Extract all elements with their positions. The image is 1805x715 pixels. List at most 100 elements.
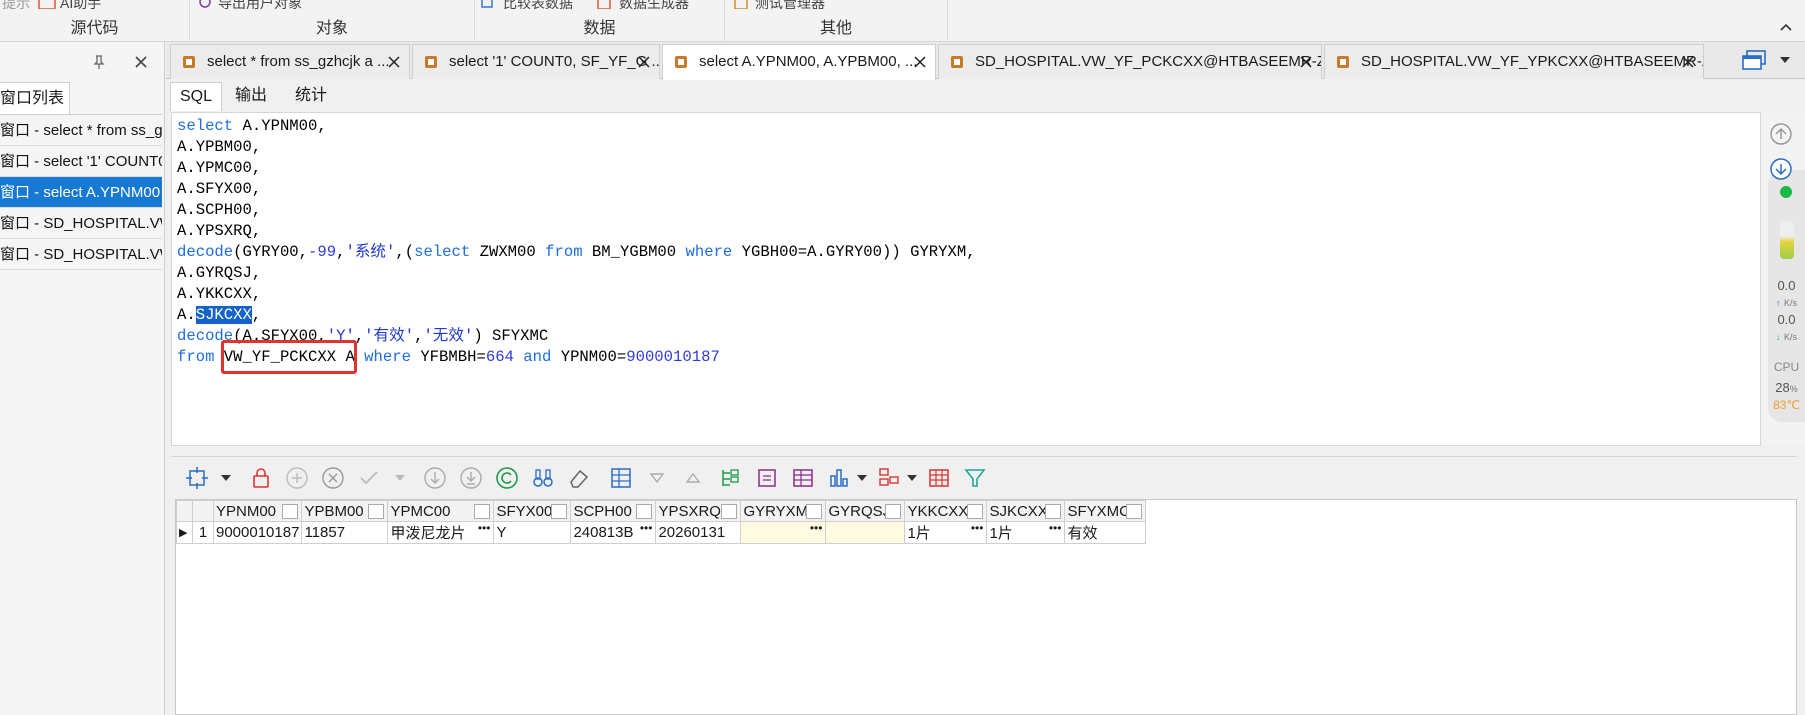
list-item[interactable]: SQL窗口 - select '1' COUNT0 [0, 146, 162, 177]
table-cell[interactable]: 240813B ••• [570, 521, 657, 544]
table-cell[interactable]: 1片 ••• [986, 521, 1066, 544]
tab-sql[interactable]: SQL [170, 82, 223, 111]
test-manager-button[interactable]: 测试管理器 [733, 0, 825, 9]
tab-output[interactable]: 输出 [226, 82, 276, 111]
chevron-up-icon[interactable] [1779, 20, 1793, 34]
eraser-icon[interactable] [567, 466, 591, 490]
add-row-icon[interactable] [285, 466, 309, 490]
editor-tab[interactable]: SD_HOSPITAL.VW_YF_YPKCXX@HTBASEEMR-ZS [1324, 44, 1704, 79]
column-header[interactable]: YKKCXX [904, 500, 988, 522]
fetch-last-icon[interactable] [459, 466, 483, 490]
ribbon-group-title: 其他 [819, 20, 852, 37]
filter-down-icon[interactable] [645, 466, 669, 490]
table-cell[interactable]: Y [493, 521, 572, 544]
editor-tab[interactable]: select * from ss_gzhcjk a ... [170, 44, 410, 79]
column-filter-box[interactable] [368, 504, 385, 519]
column-filter-box[interactable] [1045, 504, 1062, 519]
column-filter-box[interactable] [636, 504, 653, 519]
close-icon[interactable] [387, 55, 401, 69]
ellipsis-button[interactable]: ••• [810, 523, 823, 536]
bar-chart-icon[interactable] [827, 466, 851, 490]
editor-tab-label: SD_HOSPITAL.VW_YF_PCKCXX@HTBASEEMR-ZS [975, 53, 1322, 70]
tree-view-icon[interactable] [719, 466, 743, 490]
export-icon[interactable] [755, 466, 779, 490]
code-text: BM_YGBM00 [582, 243, 686, 261]
table-export-icon[interactable] [791, 466, 815, 490]
column-header[interactable]: YPBM00 [301, 500, 389, 522]
column-header[interactable]: YPMC00 [387, 500, 495, 522]
table-cell[interactable]: 1片 ••• [904, 521, 988, 544]
pin-icon[interactable] [91, 54, 107, 70]
column-header[interactable]: GYRQSJ [825, 500, 906, 522]
column-header[interactable]: SJKCXX [986, 500, 1066, 522]
close-icon[interactable] [913, 55, 927, 69]
editor-tab[interactable]: select '1' COUNT0, SF_YF_G ... [412, 44, 660, 79]
delete-row-icon[interactable] [321, 466, 345, 490]
keyword: where [685, 243, 733, 261]
table-icon[interactable] [927, 466, 951, 490]
column-header[interactable]: YPNM00 [212, 500, 303, 522]
ellipsis-button[interactable]: ••• [478, 523, 491, 536]
close-icon[interactable] [133, 54, 149, 70]
ai-assistant-button[interactable]: AI助手 [38, 0, 101, 9]
tab-statistics[interactable]: 统计 [286, 82, 336, 111]
export-user-objects-button[interactable]: 导出用户对象 [196, 0, 302, 9]
close-icon[interactable] [637, 55, 651, 69]
list-item-selected[interactable]: SQL窗口 - select A.YPNM00 [0, 177, 162, 208]
table-cell[interactable]: 甲泼尼龙片 ••• [387, 521, 495, 544]
filter-icon[interactable] [963, 466, 987, 490]
hint-button[interactable]: 提示 [2, 0, 30, 9]
refresh-icon[interactable] [495, 466, 519, 490]
column-filter-box[interactable] [885, 504, 902, 519]
arrow-up-circle-icon[interactable] [1769, 122, 1793, 146]
list-item[interactable]: SQL窗口 - SD_HOSPITAL.VW [0, 239, 162, 270]
arrow-down-circle-icon[interactable] [1769, 157, 1793, 181]
close-icon[interactable] [1299, 55, 1313, 69]
editor-tab[interactable]: SD_HOSPITAL.VW_YF_PCKCXX@HTBASEEMR-ZS [938, 44, 1322, 79]
chevron-down-icon[interactable] [907, 474, 917, 482]
list-item[interactable]: SQL窗口 - select * from ss_gzhcjk [0, 115, 162, 146]
pivot-icon[interactable] [877, 466, 901, 490]
column-header[interactable]: YPSXRQ [655, 500, 742, 522]
chevron-down-icon[interactable] [857, 474, 867, 482]
tab-window-list[interactable]: 窗口列表 [0, 82, 70, 114]
list-item[interactable]: SQL窗口 - SD_HOSPITAL.VW [0, 208, 162, 239]
column-filter-box[interactable] [967, 504, 984, 519]
close-icon[interactable] [1681, 55, 1695, 69]
column-header[interactable]: SFYXMC [1064, 500, 1147, 522]
binoculars-icon[interactable] [531, 466, 555, 490]
column-header[interactable]: SCPH00 [570, 500, 657, 522]
check-icon[interactable] [357, 466, 381, 490]
grid-view-icon[interactable] [609, 466, 633, 490]
lock-icon[interactable] [249, 466, 273, 490]
table-cell[interactable]: ••• [740, 521, 827, 544]
column-filter-box[interactable] [551, 504, 568, 519]
fetch-next-icon[interactable] [423, 466, 447, 490]
filter-up-icon[interactable] [681, 466, 705, 490]
lock-selection-icon[interactable] [185, 466, 209, 490]
compare-table-data-button[interactable]: 比较表数据 [481, 0, 573, 9]
ellipsis-button[interactable]: ••• [971, 523, 984, 536]
chevron-down-icon[interactable] [221, 474, 231, 482]
column-filter-box[interactable] [806, 504, 823, 519]
column-header[interactable]: SFYX00 [493, 500, 572, 522]
table-cell[interactable]: 有效 [1064, 521, 1147, 544]
table-cell[interactable] [825, 521, 906, 544]
data-generator-button[interactable]: 数据生成器 [597, 0, 689, 9]
chevron-down-icon[interactable] [395, 474, 405, 482]
chevron-down-icon[interactable] [1779, 55, 1791, 65]
sql-editor[interactable]: select A.YPNM00, A.YPBM00, A.YPMC00, A.S… [171, 112, 1761, 446]
table-cell[interactable]: 11857 [301, 521, 389, 544]
ellipsis-button[interactable]: ••• [640, 523, 653, 536]
column-filter-box[interactable] [1126, 504, 1143, 519]
column-filter-box[interactable] [721, 504, 738, 519]
table-cell[interactable]: 9000010187 [212, 521, 303, 544]
table-row[interactable]: ▶ 1 9000010187 11857 甲泼尼龙片 ••• Y 240813B •… [176, 521, 1147, 544]
ellipsis-button[interactable]: ••• [1049, 523, 1062, 536]
table-cell[interactable]: 20260131 [655, 521, 742, 544]
column-header[interactable]: GYRYXM [740, 500, 827, 522]
column-filter-box[interactable] [282, 504, 299, 519]
editor-tab-active[interactable]: select A.YPNM00, A.YPBM00, ... [662, 44, 936, 80]
column-filter-box[interactable] [474, 504, 491, 519]
window-list-icon[interactable] [1741, 49, 1767, 71]
